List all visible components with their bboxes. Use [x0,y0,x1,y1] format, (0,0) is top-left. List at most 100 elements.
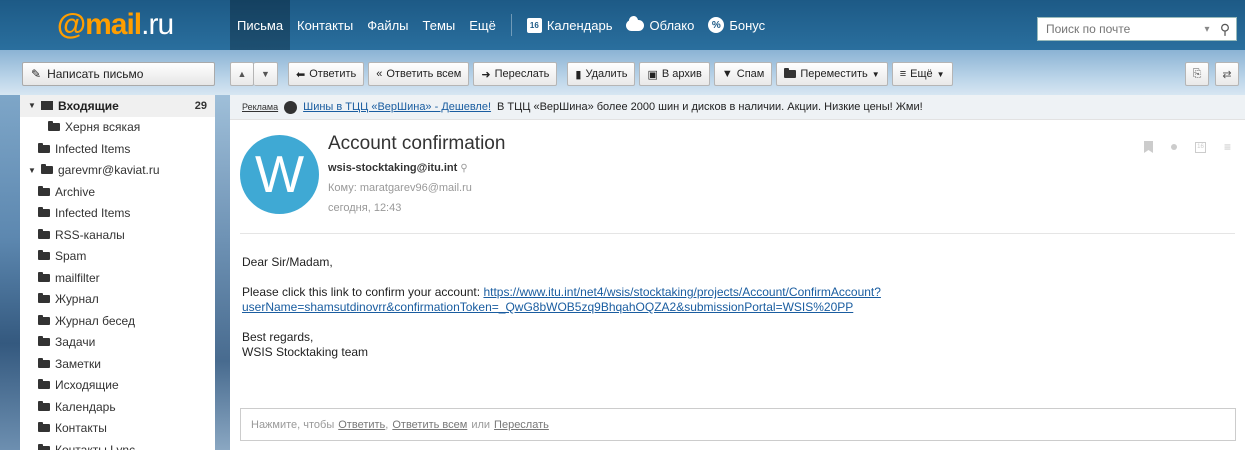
folder-label: Исходящие [55,378,119,393]
spam-button[interactable]: ▼ Спам [713,62,773,86]
signature-block: Best regards, WSIS Stocktaking team [242,330,1232,360]
compose-button[interactable]: ✎ Написать письмо [22,62,215,86]
folder-icon [38,336,50,347]
envelope-icon [41,101,53,111]
toolbar-right: ⎘ ⇄ [1185,62,1239,86]
quick-reply-box[interactable]: Нажмите, чтобы Ответить, Ответить всем и… [240,408,1236,441]
move-label: Переместить [800,68,868,80]
top-bar: @mail .ru Письма Контакты Файлы Темы Ещё … [0,0,1245,50]
folder-icon [38,250,50,261]
folder-icon [38,314,50,325]
move-button[interactable]: Переместить ▼ [776,62,888,86]
sidebar-folder-item[interactable]: mailfilter [20,267,215,289]
trash-icon: ▮ [575,68,582,81]
sidebar-background-right [215,95,230,450]
folder-label: Журнал [55,292,99,307]
compose-label: Написать письмо [47,67,144,81]
prev-message-button[interactable]: ▲ [230,62,254,86]
folder-label: Календарь [55,399,116,414]
ad-link[interactable]: Шины в ТЦЦ «ВерШина» - Дешевле! [303,101,491,113]
thumbs-down-icon: ▼ [721,68,733,80]
arrow-up-icon: ▲ [237,69,247,79]
bookmark-icon[interactable] [1143,141,1153,153]
sidebar-folder-item[interactable]: Заметки [20,353,215,375]
message-toolbar: ▲ ▼ ⬅ Ответить « Ответить всем ➜ Пересла… [230,62,953,86]
sidebar-folder-item[interactable]: Infected Items [20,203,215,225]
spam-label: Спам [736,68,765,80]
sidebar-folder-item[interactable]: Infected Items [20,138,215,160]
magnifier-icon[interactable]: ⚲ [460,163,467,174]
open-window-button[interactable]: ⇄ [1215,62,1239,86]
delete-button[interactable]: ▮ Удалить [567,62,636,86]
message-date: сегодня, 12:43 [328,202,402,214]
sidebar-folder-item[interactable]: Archive [20,181,215,203]
nav-letters[interactable]: Письма [230,0,291,50]
cloud-icon [626,15,645,31]
nav-label: Бонус [729,17,766,33]
quick-forward-link[interactable]: Переслать [494,419,549,431]
search-icon[interactable]: ⚲ [1214,21,1236,38]
more-label: Ещё [910,68,933,80]
nav-files[interactable]: Файлы [360,0,415,50]
nav-arrows: ▲ ▼ [230,62,278,86]
print-button[interactable]: ⎘ [1185,62,1209,86]
sidebar-folder-item[interactable]: Контакты Lync [20,439,215,450]
sidebar-folder-item[interactable]: Исходящие [20,375,215,397]
header-divider [240,233,1235,234]
chevron-down-icon: ▼ [936,69,945,79]
expand-icon[interactable]: ▼ [28,166,36,175]
sidebar-folder-item[interactable]: Херня всякая [20,117,215,139]
signature: WSIS Stocktaking team [242,345,369,359]
sidebar-folder-item[interactable]: Календарь [20,396,215,418]
sidebar-folder-item[interactable]: ▼ garevmr@kaviat.ru [20,160,215,182]
nav-label: Календарь [546,17,613,33]
sidebar-folder-item[interactable]: RSS-каналы [20,224,215,246]
sender-avatar: W [240,135,319,214]
forward-button[interactable]: ➜ Переслать [473,62,558,86]
folder-label: Херня всякая [65,120,141,135]
unread-dot-icon[interactable] [1170,144,1177,150]
reply-prefix: Нажмите, чтобы [251,418,335,431]
nav-calendar[interactable]: 16 Календарь [520,0,620,50]
next-message-button[interactable]: ▼ [254,62,278,86]
folder-list: Херня всякая Infected Items ▼ garevmr@kavia… [20,117,215,450]
calendar-icon[interactable]: 16 [1194,141,1206,153]
sidebar-folder-item[interactable]: Журнал бесед [20,310,215,332]
sender-row: wsis-stocktaking@itu.int ⚲ [328,162,468,174]
folder-icon [38,422,50,433]
confirm-link-part1[interactable]: https://www.itu.int/net4/wsis/stocktakin… [483,285,881,299]
sidebar-item-inbox[interactable]: ▼ Входящие 29 [20,95,215,117]
sidebar-folder-item[interactable]: Журнал [20,289,215,311]
sidebar-folder-item[interactable]: Контакты [20,418,215,440]
expand-icon[interactable]: ▼ [28,101,36,110]
search-dropdown-icon[interactable]: ▾ [1200,24,1214,35]
mailru-logo[interactable]: @mail .ru [0,0,230,50]
sidebar-folder-item[interactable]: Spam [20,246,215,268]
sender-email[interactable]: wsis-stocktaking@itu.int [328,162,457,174]
more-button[interactable]: ≡ Ещё ▼ [891,62,953,86]
menu-icon[interactable]: ≡ [1224,140,1231,154]
folder-label: mailfilter [55,270,100,285]
sidebar-folder-item[interactable]: Задачи [20,332,215,354]
quick-reply-all-link[interactable]: Ответить всем [392,419,467,431]
archive-button[interactable]: ▣ В архив [639,62,710,86]
reply-button[interactable]: ⬅ Ответить [288,62,365,86]
nav-label: Облако [649,17,695,33]
message-actions: 16 ≡ [1143,140,1231,154]
nav-cloud[interactable]: Облако [619,0,701,50]
arrow-down-icon: ▼ [261,69,270,79]
search-input[interactable] [1038,22,1200,36]
quick-reply-link[interactable]: Ответить [338,419,385,431]
ad-banner[interactable]: Реклама Шины в ТЦЦ «ВерШина» - Дешевле! … [230,95,1245,120]
confirm-link-part2[interactable]: userName=shamsutdinovrr&confirmationToke… [242,300,853,314]
nav-contacts[interactable]: Контакты [290,0,360,50]
folder-sidebar: ▼ Входящие 29 Херня всякая Infected Items… [20,95,215,450]
nav-more[interactable]: Ещё [462,0,503,50]
nav-bonus[interactable]: % Бонус [701,0,772,50]
folder-icon [38,207,50,218]
menu-icon: ≡ [899,68,907,80]
folder-icon [38,293,50,304]
nav-separator [510,14,512,36]
nav-themes[interactable]: Темы [416,0,463,50]
reply-all-button[interactable]: « Ответить всем [368,62,470,86]
